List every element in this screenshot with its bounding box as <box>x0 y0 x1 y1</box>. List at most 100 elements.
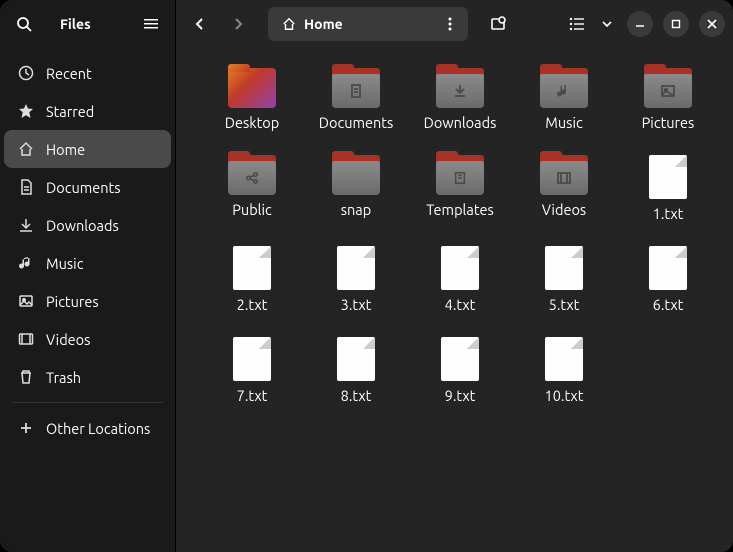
folder-item[interactable]: Videos <box>512 155 616 222</box>
home-icon <box>282 17 296 31</box>
minimize-button[interactable] <box>627 11 653 37</box>
sidebar-item-label: Home <box>46 141 85 158</box>
sidebar-item-label: Documents <box>46 179 121 196</box>
sidebar-item-videos[interactable]: Videos <box>0 320 175 358</box>
text-file-icon <box>649 246 687 290</box>
sidebar-item-pictures[interactable]: Pictures <box>0 282 175 320</box>
focus-mode-button[interactable] <box>482 8 514 40</box>
text-file-icon <box>233 337 271 381</box>
path-bar[interactable]: Home <box>268 7 468 41</box>
text-file-icon <box>337 337 375 381</box>
picture-icon <box>18 293 34 309</box>
sidebar-divider <box>12 402 163 403</box>
item-label: Videos <box>542 201 586 218</box>
sidebar-list: Recent Starred Home Documents Downloads Music… <box>0 48 175 552</box>
sidebar-item-trash[interactable]: Trash <box>0 358 175 396</box>
search-button[interactable] <box>8 8 40 40</box>
file-item[interactable]: 9.txt <box>408 337 512 404</box>
plus-icon <box>18 420 34 436</box>
text-file-icon <box>233 246 271 290</box>
sidebar-menu-button[interactable] <box>135 8 167 40</box>
folder-icon <box>644 68 692 108</box>
back-button[interactable] <box>184 8 216 40</box>
focus-icon <box>490 16 506 32</box>
folder-item[interactable]: Downloads <box>408 68 512 131</box>
file-manager-window: Files Recent Starred Home Documents Download… <box>0 0 733 552</box>
app-title: Files <box>60 16 135 32</box>
chevron-right-icon <box>232 17 244 31</box>
trash-icon <box>18 369 34 385</box>
chevron-down-icon <box>602 20 612 28</box>
music-icon <box>18 255 34 271</box>
sidebar-item-label: Videos <box>46 331 90 348</box>
folder-item[interactable]: Templates <box>408 155 512 222</box>
item-label: Desktop <box>225 114 279 131</box>
sidebar-item-label: Downloads <box>46 217 119 234</box>
content-area[interactable]: Desktop Documents DownloadsMusic Pictures Pu… <box>176 48 733 552</box>
maximize-icon <box>671 19 681 29</box>
folder-item[interactable]: Desktop <box>200 68 304 131</box>
folder-icon <box>540 155 588 195</box>
text-file-icon <box>441 337 479 381</box>
item-label: Templates <box>426 201 494 218</box>
text-file-icon <box>337 246 375 290</box>
file-item[interactable]: 7.txt <box>200 337 304 404</box>
sidebar-item-other-locations[interactable]: Other Locations <box>0 409 175 447</box>
list-icon <box>144 17 158 31</box>
file-item[interactable]: 4.txt <box>408 246 512 313</box>
main-area: Home <box>176 0 733 552</box>
file-item[interactable]: 3.txt <box>304 246 408 313</box>
file-item[interactable]: 6.txt <box>616 246 720 313</box>
sidebar-item-documents[interactable]: Documents <box>0 168 175 206</box>
file-item[interactable]: 2.txt <box>200 246 304 313</box>
folder-item[interactable]: Pictures <box>616 68 720 131</box>
sidebar-item-label: Recent <box>46 65 92 82</box>
folder-icon <box>540 68 588 108</box>
item-label: 2.txt <box>237 296 268 313</box>
kebab-icon <box>448 17 452 31</box>
file-grid: Desktop Documents DownloadsMusic Pictures Pu… <box>186 68 723 404</box>
path-menu-button[interactable] <box>436 10 464 38</box>
path-segment-home[interactable]: Home <box>272 7 353 41</box>
item-label: Pictures <box>642 114 695 131</box>
item-label: 8.txt <box>341 387 372 404</box>
forward-button[interactable] <box>222 8 254 40</box>
text-file-icon <box>545 337 583 381</box>
text-file-icon <box>545 246 583 290</box>
sidebar-item-music[interactable]: Music <box>0 244 175 282</box>
view-list-button[interactable] <box>561 8 593 40</box>
download-icon <box>18 217 34 233</box>
document-icon <box>18 179 34 195</box>
sidebar-item-downloads[interactable]: Downloads <box>0 206 175 244</box>
sidebar: Files Recent Starred Home Documents Download… <box>0 0 176 552</box>
search-icon <box>16 16 32 32</box>
item-label: 3.txt <box>341 296 372 313</box>
maximize-button[interactable] <box>663 11 689 37</box>
folder-item[interactable]: snap <box>304 155 408 222</box>
sidebar-item-label: Starred <box>46 103 94 120</box>
item-label: 10.txt <box>545 387 584 404</box>
folder-icon <box>332 155 380 195</box>
text-file-icon <box>441 246 479 290</box>
folder-item[interactable]: Music <box>512 68 616 131</box>
file-item[interactable]: 1.txt <box>616 155 720 222</box>
file-item[interactable]: 8.txt <box>304 337 408 404</box>
sidebar-item-starred[interactable]: Starred <box>0 92 175 130</box>
folder-icon <box>332 68 380 108</box>
item-label: 5.txt <box>549 296 580 313</box>
file-item[interactable]: 10.txt <box>512 337 616 404</box>
item-label: Public <box>232 201 272 218</box>
sidebar-item-recent[interactable]: Recent <box>0 54 175 92</box>
video-icon <box>18 331 34 347</box>
folder-item[interactable]: Documents <box>304 68 408 131</box>
titlebar: Home <box>176 0 733 48</box>
file-item[interactable]: 5.txt <box>512 246 616 313</box>
item-label: Documents <box>319 114 394 131</box>
close-button[interactable] <box>699 11 725 37</box>
desktop-folder-icon <box>228 68 276 108</box>
sidebar-item-home[interactable]: Home <box>4 130 171 168</box>
view-options-button[interactable] <box>597 8 617 40</box>
folder-icon <box>436 155 484 195</box>
item-label: 6.txt <box>653 296 684 313</box>
folder-item[interactable]: Public <box>200 155 304 222</box>
